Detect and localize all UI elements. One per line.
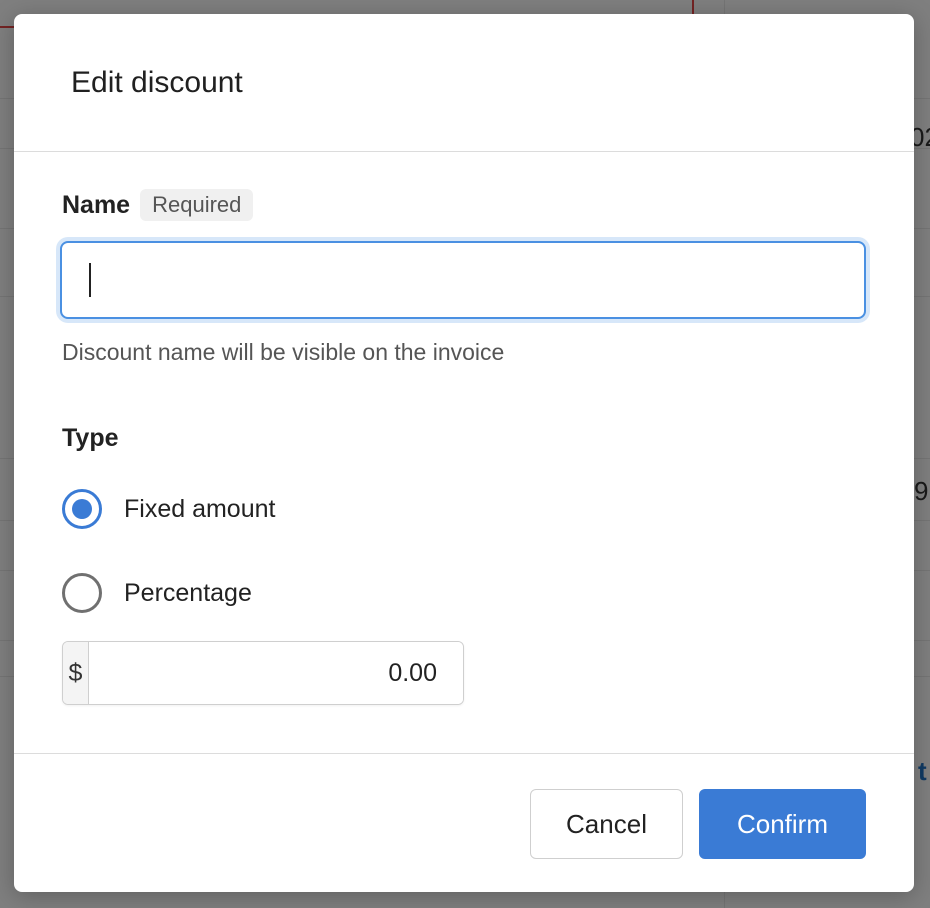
name-input-container [60, 241, 866, 319]
name-label: Name [62, 190, 131, 219]
dialog-header: Edit discount [14, 14, 914, 152]
amount-input-group: $ [62, 641, 464, 705]
radio-option-fixed-amount[interactable]: Fixed amount [62, 489, 275, 529]
dialog-footer: Cancel Confirm [14, 753, 914, 892]
currency-symbol-addon: $ [63, 642, 89, 704]
discount-amount-input[interactable] [89, 642, 463, 704]
radio-option-percentage[interactable]: Percentage [62, 573, 252, 613]
name-label-row: Name Required [62, 189, 254, 221]
cancel-button[interactable]: Cancel [530, 789, 683, 859]
edit-discount-dialog: Edit discount Name Required Discount nam… [14, 14, 914, 892]
required-badge: Required [140, 189, 254, 221]
radio-label-fixed-amount: Fixed amount [124, 494, 276, 523]
type-label: Type [62, 424, 119, 452]
radio-label-percentage: Percentage [124, 578, 252, 607]
text-caret [89, 263, 91, 297]
discount-name-input[interactable] [62, 243, 864, 317]
confirm-button[interactable]: Confirm [699, 789, 866, 859]
dialog-title: Edit discount [71, 66, 243, 99]
name-helper-text: Discount name will be visible on the inv… [62, 339, 505, 365]
radio-button-unchecked[interactable] [62, 573, 102, 613]
radio-button-checked[interactable] [62, 489, 102, 529]
